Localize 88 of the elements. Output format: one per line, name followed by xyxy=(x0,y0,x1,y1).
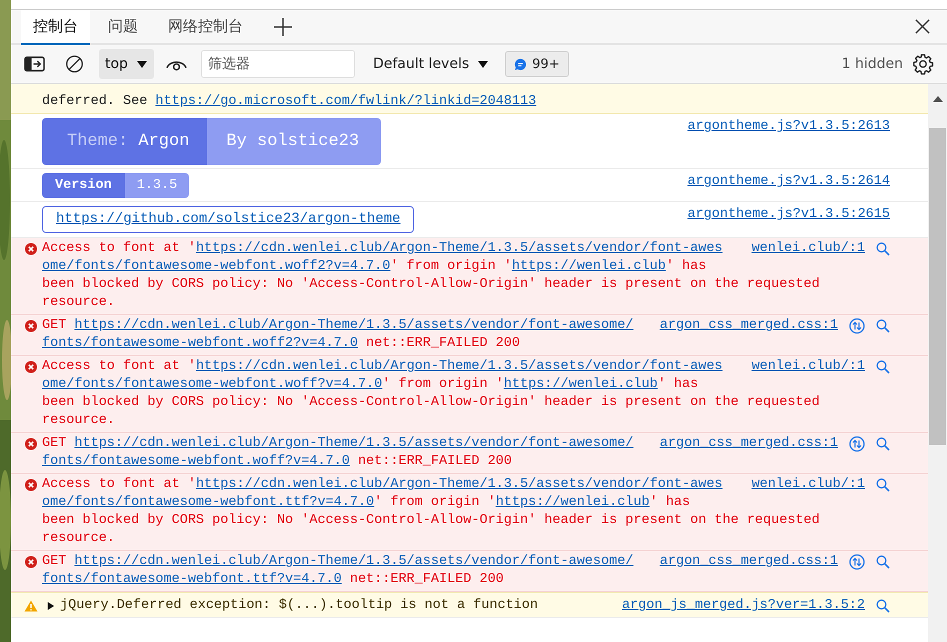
source-link[interactable]: argon_css_merged.css:1 xyxy=(660,553,838,571)
error-icon xyxy=(25,320,37,332)
close-icon[interactable] xyxy=(914,18,931,35)
levels-dropdown[interactable]: Default levels xyxy=(366,55,494,73)
search-icon[interactable] xyxy=(876,555,890,569)
scrollbar[interactable] xyxy=(928,84,947,642)
error-message-line: ome/fonts/fontawesome-webfont.woff2?v=4.7.0' from origin 'https://wenlei.club' has xyxy=(42,258,706,276)
error-message-line: fonts/fontawesome-webfont.woff?v=4.7.0 net::ERR_FAILED 200 xyxy=(42,453,512,471)
source-link[interactable]: wenlei.club/:1 xyxy=(752,358,865,376)
message-link[interactable]: https://cdn.wenlei.club/Argon-Theme/1.3.5/assets/vendor/font-awes xyxy=(196,359,723,374)
badge-segment: 1.3.5 xyxy=(124,173,190,198)
message-link[interactable]: fonts/fontawesome-webfont.woff?v=4.7.0 xyxy=(42,454,350,469)
error-message-line: been blocked by CORS policy: No 'Access-Control-Allow-Origin' header is present on the requested xyxy=(42,276,820,294)
error-message-line: resource. xyxy=(42,412,115,430)
source-link[interactable]: argon_js_merged.js?ver=1.3.5:2 xyxy=(622,597,865,615)
search-icon[interactable] xyxy=(876,478,890,492)
expand-arrow-icon[interactable] xyxy=(46,601,55,611)
panel-tab[interactable]: 网络控制台 xyxy=(156,10,255,45)
message-link[interactable]: https://cdn.wenlei.club/Argon-Theme/1.3.5/assets/vendor/font-awes xyxy=(196,241,723,256)
search-icon[interactable] xyxy=(876,319,890,333)
message-link[interactable]: fonts/fontawesome-webfont.ttf?v=4.7.0 xyxy=(42,572,342,587)
repo-link[interactable]: https://github.com/solstice23/argon-theme xyxy=(56,211,400,227)
network-request-icon[interactable] xyxy=(849,554,865,570)
error-icon xyxy=(25,243,37,255)
issues-button[interactable]: 99+ xyxy=(505,51,569,77)
message-link[interactable]: https://cdn.wenlei.club/Argon-Theme/1.3.5/assets/vendor/font-awes xyxy=(196,477,723,492)
source-link[interactable]: wenlei.club/:1 xyxy=(752,476,865,494)
search-icon[interactable] xyxy=(876,360,890,374)
error-message-line: ome/fonts/fontawesome-webfont.woff?v=4.7.0' from origin 'https://wenlei.club' has xyxy=(42,376,698,394)
message-link[interactable]: https://wenlei.club xyxy=(512,259,666,274)
message-link[interactable]: ome/fonts/fontawesome-webfont.woff?v=4.7.0 xyxy=(42,377,382,392)
error-message-line: Access to font at 'https://cdn.wenlei.club/Argon-Theme/1.3.5/assets/vendor/font-awes xyxy=(42,358,723,376)
message-link[interactable]: https://go.microsoft.com/fwlink/?linkid=2048113 xyxy=(155,94,536,109)
message-link[interactable]: https://cdn.wenlei.club/Argon-Theme/1.3.5/assets/vendor/font-awesome/ xyxy=(74,318,634,333)
caret-icon xyxy=(478,60,488,68)
error-icon xyxy=(25,438,37,450)
error-message-line: resource. xyxy=(42,294,115,312)
source-link[interactable]: argontheme.js?v1.3.5:2615 xyxy=(687,206,890,224)
search-icon[interactable] xyxy=(876,599,890,613)
message-link[interactable]: fonts/fontawesome-webfont.woff2?v=4.7.0 xyxy=(42,336,358,351)
clear-console-icon[interactable] xyxy=(64,55,85,73)
network-request-icon[interactable] xyxy=(849,318,865,334)
message-link[interactable]: https://wenlei.club xyxy=(496,495,650,510)
error-message-line: GET https://cdn.wenlei.club/Argon-Theme/1.3.5/assets/vendor/font-awesome/ xyxy=(42,435,634,453)
panel-tab[interactable]: 控制台 xyxy=(21,10,90,45)
message-link[interactable]: https://cdn.wenlei.club/Argon-Theme/1.3.5/assets/vendor/font-awesome/ xyxy=(74,554,634,569)
error-message-line: fonts/fontawesome-webfont.ttf?v=4.7.0 net::ERR_FAILED 200 xyxy=(42,571,504,589)
error-message-line: been blocked by CORS policy: No 'Access-Control-Allow-Origin' header is present on the requested xyxy=(42,394,820,412)
error-message-line: GET https://cdn.wenlei.club/Argon-Theme/1.3.5/assets/vendor/font-awesome/ xyxy=(42,317,634,335)
context-select[interactable]: top xyxy=(99,49,154,79)
error-icon xyxy=(25,479,37,491)
badge-segment: Version xyxy=(42,173,125,198)
source-link[interactable]: wenlei.club/:1 xyxy=(752,240,865,258)
message-link[interactable]: ome/fonts/fontawesome-webfont.woff2?v=4.7.0 xyxy=(42,259,390,274)
add-tab-icon[interactable] xyxy=(273,16,293,36)
settings-icon[interactable] xyxy=(912,53,934,75)
message-link[interactable]: ome/fonts/fontawesome-webfont.ttf?v=4.7.0 xyxy=(42,495,374,510)
caret-icon xyxy=(136,60,147,68)
error-message-line: GET https://cdn.wenlei.club/Argon-Theme/1.3.5/assets/vendor/font-awesome/ xyxy=(42,553,634,571)
source-link[interactable]: argontheme.js?v1.3.5:2613 xyxy=(687,118,890,136)
error-message-line: been blocked by CORS policy: No 'Access-Control-Allow-Origin' header is present on the requested xyxy=(42,512,820,530)
intervention-message-line: deferred. See https://go.microsoft.com/fwlink/?linkid=2048113 xyxy=(42,93,536,111)
message-link[interactable]: https://cdn.wenlei.club/Argon-Theme/1.3.5/assets/vendor/font-awesome/ xyxy=(74,436,634,451)
scroll-up-icon[interactable] xyxy=(932,96,942,102)
warning-message: jQuery.Deferred exception: $(...).tooltip is not a function xyxy=(60,597,538,615)
error-message-line: fonts/fontawesome-webfont.woff2?v=4.7.0 net::ERR_FAILED 200 xyxy=(42,335,520,353)
panel-tab[interactable]: 问题 xyxy=(96,10,150,45)
search-icon[interactable] xyxy=(876,437,890,451)
filter-field[interactable]: 筛选器 xyxy=(200,50,355,78)
scroll-thumb[interactable] xyxy=(929,128,946,445)
source-link[interactable]: argontheme.js?v1.3.5:2614 xyxy=(687,173,890,191)
error-message-line: Access to font at 'https://cdn.wenlei.club/Argon-Theme/1.3.5/assets/vendor/font-awes xyxy=(42,240,723,258)
warning-icon xyxy=(24,600,38,612)
search-icon[interactable] xyxy=(876,242,890,256)
error-icon xyxy=(25,556,37,568)
message-icon xyxy=(514,58,528,70)
error-icon xyxy=(25,361,37,373)
network-request-icon[interactable] xyxy=(849,436,865,452)
source-link[interactable]: argon_css_merged.css:1 xyxy=(660,317,838,335)
error-message-line: resource. xyxy=(42,530,115,548)
hidden-count: 1 hidden xyxy=(842,56,903,72)
error-message-line: Access to font at 'https://cdn.wenlei.club/Argon-Theme/1.3.5/assets/vendor/font-awes xyxy=(42,476,723,494)
message-link[interactable]: https://wenlei.club xyxy=(504,377,658,392)
badge-segment: By solstice23 xyxy=(207,118,382,165)
error-message-line: ome/fonts/fontawesome-webfont.ttf?v=4.7.0' from origin 'https://wenlei.club' has xyxy=(42,494,690,512)
sidebar-toggle-icon[interactable] xyxy=(24,55,45,73)
badge-segment: Theme: Argon xyxy=(42,118,208,165)
source-link[interactable]: argon_css_merged.css:1 xyxy=(660,435,838,453)
